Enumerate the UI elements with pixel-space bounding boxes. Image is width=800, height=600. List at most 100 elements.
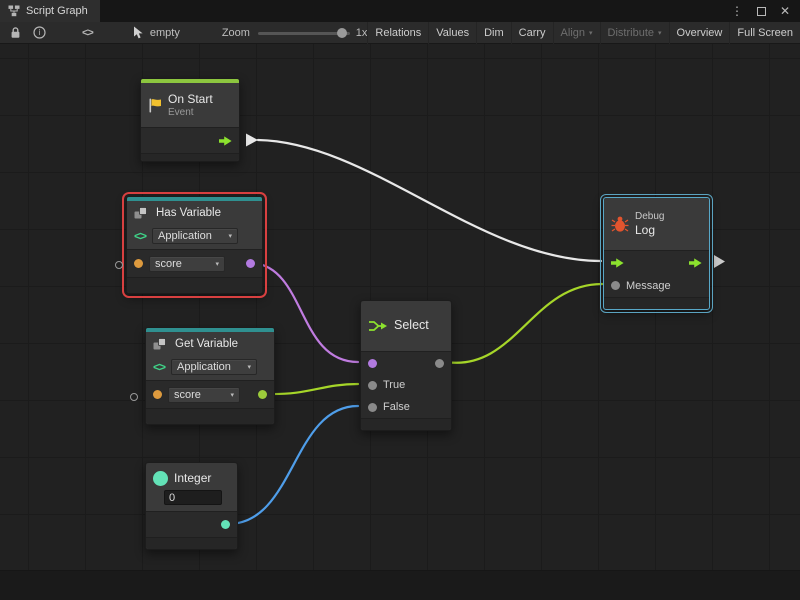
selection-indicator: empty xyxy=(133,26,180,39)
node-surtitle: Debug xyxy=(635,211,664,223)
scope-dropdown-value: Application xyxy=(177,361,231,373)
tab-script-graph[interactable]: Script Graph xyxy=(0,0,100,22)
distribute-button-label: Distribute xyxy=(608,27,654,39)
zoom-slider-knob[interactable] xyxy=(337,28,347,38)
scope-dropdown[interactable]: Application ▾ xyxy=(152,228,238,244)
integer-literal-icon xyxy=(153,471,168,486)
zoom-label: Zoom xyxy=(222,27,250,39)
script-graph-icon xyxy=(8,5,20,17)
dim-button[interactable]: Dim xyxy=(476,22,511,44)
trigger-output-port[interactable] xyxy=(219,136,232,146)
align-button-label: Align xyxy=(561,27,585,39)
overview-button[interactable]: Overview xyxy=(669,22,730,44)
wire-start-arrow xyxy=(246,134,258,147)
distribute-button: Distribute ▾ xyxy=(600,22,669,44)
variable-name-input-port[interactable] xyxy=(134,259,143,268)
menu-icon[interactable]: ⋮ xyxy=(731,5,743,17)
cursor-icon xyxy=(133,26,144,39)
node-has-variable[interactable]: Has Variable <> Application ▾ score ▾ xyxy=(126,196,263,294)
tab-bar: Script Graph ⋮ ✕ xyxy=(0,0,800,22)
node-integer[interactable]: Integer 0 xyxy=(145,462,238,550)
node-header: Get Variable <> Application ▾ xyxy=(146,332,274,380)
node-get-variable[interactable]: Get Variable <> Application ▾ score ▾ xyxy=(145,327,275,425)
node-debug-log[interactable]: Debug Log xyxy=(603,197,710,310)
wire-onstart-to-debuglog[interactable] xyxy=(258,140,601,261)
dropdown-caret-icon: ▾ xyxy=(215,260,219,268)
variable-name-dropdown[interactable]: score ▾ xyxy=(168,387,240,403)
node-title: Select xyxy=(394,318,429,334)
node-title: Log xyxy=(635,223,664,238)
message-input-port[interactable] xyxy=(611,281,620,290)
wire-select-to-debuglog-message[interactable] xyxy=(446,284,602,363)
value-output-port[interactable] xyxy=(258,390,267,399)
node-subtitle: Event xyxy=(168,107,213,119)
node-ports: True False xyxy=(361,351,451,418)
dropdown-caret-icon: ▾ xyxy=(230,391,234,399)
info-icon[interactable]: i xyxy=(27,22,52,44)
flow-input-port[interactable] xyxy=(611,258,624,268)
node-title: Get Variable xyxy=(175,337,238,351)
node-ports: Message xyxy=(604,250,709,297)
dropdown-caret-icon: ▾ xyxy=(248,363,252,371)
dropdown-caret-icon: ▾ xyxy=(229,232,233,240)
message-port-label: Message xyxy=(626,280,671,292)
node-select[interactable]: Select True False xyxy=(360,300,452,431)
lock-icon[interactable] xyxy=(4,22,27,44)
node-title: On Start xyxy=(168,92,213,107)
value-indicator-ring[interactable] xyxy=(115,261,123,269)
zoom-value: 1x xyxy=(356,27,368,39)
node-ports xyxy=(141,127,239,153)
false-input-port[interactable] xyxy=(368,403,377,412)
toolbar-buttons: Relations Values Dim Carry Align ▾ Distr… xyxy=(367,22,800,44)
true-input-port[interactable] xyxy=(368,381,377,390)
values-button[interactable]: Values xyxy=(428,22,476,44)
tab-title: Script Graph xyxy=(26,5,88,17)
true-port-label: True xyxy=(383,379,405,391)
script-graph-window: Script Graph ⋮ ✕ i <> xyxy=(0,0,800,600)
bool-output-port[interactable] xyxy=(246,259,255,268)
variable-name-input-port[interactable] xyxy=(153,390,162,399)
node-header: On Start Event xyxy=(141,83,239,127)
graph-toolbar: i <> empty Zoom 1x Relations Values Dim … xyxy=(0,22,800,44)
dropdown-caret-icon: ▾ xyxy=(658,29,662,37)
select-merge-icon xyxy=(368,319,388,333)
maximize-icon[interactable] xyxy=(757,7,766,16)
flow-output-port[interactable] xyxy=(689,258,702,268)
node-title: Has Variable xyxy=(156,206,221,220)
node-header: Debug Log xyxy=(604,198,709,250)
value-indicator-ring[interactable] xyxy=(130,393,138,401)
variable-name-dropdown[interactable]: score ▾ xyxy=(149,256,225,272)
carry-button[interactable]: Carry xyxy=(511,22,553,44)
node-on-start[interactable]: On Start Event xyxy=(140,78,240,162)
node-ports: score ▾ xyxy=(146,380,274,408)
fullscreen-button[interactable]: Full Screen xyxy=(729,22,800,44)
selection-output-port[interactable] xyxy=(435,359,444,368)
variable-kind-icon: <> xyxy=(153,360,165,374)
selection-status: empty xyxy=(150,27,180,39)
zoom-slider[interactable] xyxy=(258,22,350,44)
node-footer xyxy=(604,297,709,309)
canvas-bottom-band xyxy=(0,570,800,600)
integer-output-port[interactable] xyxy=(221,520,230,529)
node-footer xyxy=(146,537,237,549)
scope-dropdown-value: Application xyxy=(158,230,212,242)
node-header: Integer 0 xyxy=(146,463,237,511)
node-title: Integer xyxy=(174,471,211,486)
node-ports: score ▾ xyxy=(127,249,262,277)
variable-name-value: score xyxy=(174,389,201,401)
condition-input-port[interactable] xyxy=(368,359,377,368)
wire-getvariable-to-select-true[interactable] xyxy=(268,384,358,394)
graph-canvas[interactable]: On Start Event xyxy=(0,44,800,600)
relations-button[interactable]: Relations xyxy=(367,22,428,44)
node-footer xyxy=(141,153,239,161)
scope-dropdown[interactable]: Application ▾ xyxy=(171,359,257,375)
dropdown-caret-icon: ▾ xyxy=(589,29,593,37)
variable-boxes-icon xyxy=(134,207,150,220)
variable-name-value: score xyxy=(155,258,182,270)
node-ports xyxy=(146,511,237,537)
code-icon[interactable]: <> xyxy=(76,22,99,44)
flag-icon xyxy=(148,98,162,113)
integer-value-input[interactable]: 0 xyxy=(164,490,222,505)
close-icon[interactable]: ✕ xyxy=(780,5,790,17)
align-button: Align ▾ xyxy=(553,22,600,44)
